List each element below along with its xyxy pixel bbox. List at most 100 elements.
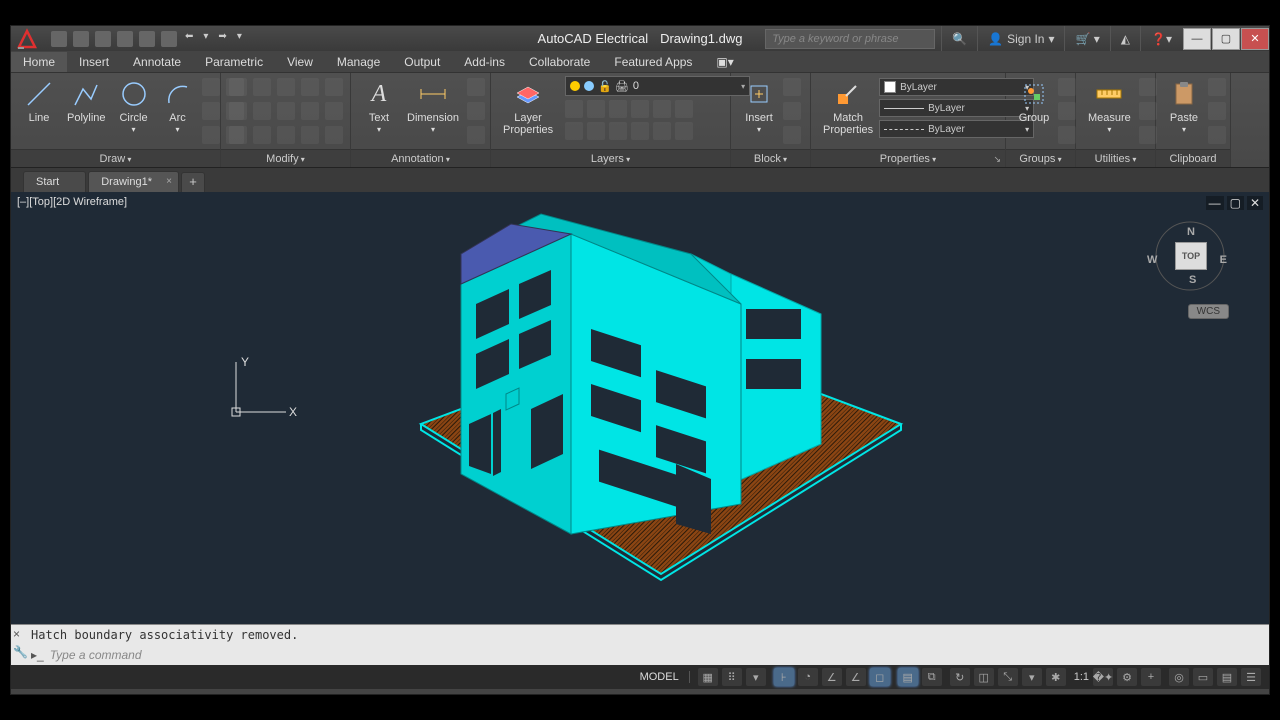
- filter-icon[interactable]: ▾: [1022, 668, 1042, 686]
- layer-icon[interactable]: [565, 122, 583, 140]
- new-tab-button[interactable]: +: [181, 172, 205, 192]
- cycling-icon[interactable]: ↻: [950, 668, 970, 686]
- layer-icon[interactable]: [675, 122, 693, 140]
- lwt-icon[interactable]: ▤: [898, 668, 918, 686]
- filetab-start[interactable]: Start: [23, 171, 86, 192]
- mtext-icon[interactable]: [467, 126, 485, 144]
- panel-label-properties[interactable]: Properties: [880, 153, 936, 165]
- panel-label-draw[interactable]: Draw: [100, 153, 132, 165]
- close-icon[interactable]: ×: [166, 176, 172, 187]
- layer-icon[interactable]: [565, 100, 583, 118]
- app-logo[interactable]: [15, 27, 39, 51]
- array-icon[interactable]: [301, 102, 319, 120]
- minimize-button[interactable]: —: [1183, 28, 1211, 50]
- copy-clip-icon[interactable]: [1208, 102, 1226, 120]
- line-button[interactable]: Line: [17, 76, 61, 126]
- arrayrect-icon[interactable]: [277, 126, 295, 144]
- erase-icon[interactable]: [301, 78, 319, 96]
- tab-insert[interactable]: Insert: [67, 52, 121, 72]
- ungroup-icon[interactable]: [1058, 78, 1076, 96]
- layer-icon[interactable]: [631, 122, 649, 140]
- filetab-drawing[interactable]: Drawing1*×: [88, 171, 179, 192]
- viewcube-s[interactable]: S: [1189, 274, 1196, 286]
- measure-button[interactable]: Measure▾: [1082, 76, 1137, 138]
- circle-button[interactable]: Circle▾: [112, 76, 156, 138]
- signin-button[interactable]: 👤 Sign In ▾: [977, 26, 1064, 51]
- chevron-down-icon[interactable]: ▾: [201, 31, 210, 47]
- spline-icon[interactable]: [202, 126, 220, 144]
- fillet-icon[interactable]: [277, 102, 295, 120]
- layer-properties-button[interactable]: Layer Properties: [497, 76, 559, 138]
- move-icon[interactable]: [229, 78, 247, 96]
- qat-redo-icon[interactable]: ➡: [216, 31, 228, 47]
- cmd-wrench-icon[interactable]: 🔧: [13, 645, 27, 659]
- viewport-max-icon[interactable]: ▢: [1227, 196, 1244, 210]
- align-icon[interactable]: [301, 126, 319, 144]
- insert-button[interactable]: Insert▾: [737, 76, 781, 138]
- gear-icon[interactable]: ⚙: [1117, 668, 1137, 686]
- arc-button[interactable]: Arc▾: [156, 76, 200, 138]
- maximize-button[interactable]: ▢: [1212, 28, 1240, 50]
- ellipse-icon[interactable]: [202, 102, 220, 120]
- layer-icon[interactable]: [587, 100, 605, 118]
- layer-icon[interactable]: [609, 100, 627, 118]
- viewcube[interactable]: TOP N S E W: [1139, 210, 1239, 310]
- viewcube-e[interactable]: E: [1220, 254, 1227, 266]
- table-icon[interactable]: [467, 102, 485, 120]
- tab-collaborate[interactable]: Collaborate: [517, 52, 602, 72]
- viewcube-n[interactable]: N: [1187, 226, 1195, 238]
- layer-icon[interactable]: [653, 100, 671, 118]
- id-icon[interactable]: [1139, 126, 1157, 144]
- copy-icon[interactable]: [229, 102, 247, 120]
- select-icon[interactable]: [1139, 78, 1157, 96]
- status-model[interactable]: MODEL: [630, 671, 690, 683]
- viewcube-w[interactable]: W: [1147, 254, 1157, 266]
- tab-manage[interactable]: Manage: [325, 52, 392, 72]
- qat-print-icon[interactable]: [161, 31, 177, 47]
- tab-annotate[interactable]: Annotate: [121, 52, 193, 72]
- command-input-row[interactable]: ▸_ Type a command: [11, 645, 1269, 665]
- viewcube-top[interactable]: TOP: [1175, 242, 1207, 270]
- group-sel-icon[interactable]: [1058, 126, 1076, 144]
- ortho-icon[interactable]: ⊦: [774, 668, 794, 686]
- qat-save-icon[interactable]: [95, 31, 111, 47]
- tab-view[interactable]: View: [275, 52, 325, 72]
- layer-icon[interactable]: [653, 122, 671, 140]
- iso-icon[interactable]: ∠: [822, 668, 842, 686]
- plus-icon[interactable]: +: [1141, 668, 1161, 686]
- create-block-icon[interactable]: [783, 78, 801, 96]
- chamfer-icon[interactable]: [325, 126, 343, 144]
- infer-icon[interactable]: ▾: [746, 668, 766, 686]
- panel-label-utilities[interactable]: Utilities: [1095, 153, 1137, 165]
- customize-icon[interactable]: ☰: [1241, 668, 1261, 686]
- layer-icon[interactable]: [609, 122, 627, 140]
- qat-new-icon[interactable]: [51, 31, 67, 47]
- layer-icon[interactable]: [631, 100, 649, 118]
- viewport-min-icon[interactable]: —: [1206, 196, 1224, 210]
- snap-icon[interactable]: ⠿: [722, 668, 742, 686]
- grid-icon[interactable]: ▦: [698, 668, 718, 686]
- edit-attr-icon[interactable]: [783, 126, 801, 144]
- gizmo-icon[interactable]: ✱: [1046, 668, 1066, 686]
- panel-label-groups[interactable]: Groups: [1019, 153, 1061, 165]
- transparency-icon[interactable]: ⧉: [922, 668, 942, 686]
- tab-addins[interactable]: Add-ins: [452, 52, 517, 72]
- viewport-close-icon[interactable]: ✕: [1247, 196, 1263, 210]
- cmd-close-icon[interactable]: ×: [13, 627, 27, 641]
- status-scale[interactable]: 1:1: [1074, 671, 1089, 683]
- qat-open-icon[interactable]: [73, 31, 89, 47]
- osnap-icon[interactable]: ◻: [870, 668, 890, 686]
- close-button[interactable]: ✕: [1241, 28, 1269, 50]
- otrack-icon[interactable]: ∠: [846, 668, 866, 686]
- match-properties-button[interactable]: Match Properties: [817, 76, 879, 138]
- tab-output[interactable]: Output: [392, 52, 452, 72]
- explode-icon[interactable]: [325, 78, 343, 96]
- 3dosnap-icon[interactable]: ◫: [974, 668, 994, 686]
- scale-icon[interactable]: [253, 126, 271, 144]
- drawing-canvas[interactable]: [–][Top][2D Wireframe] — ▢ ✕ TOP N S E W…: [11, 192, 1269, 624]
- polar-icon[interactable]: ◔: [798, 668, 818, 686]
- command-input[interactable]: Type a command: [50, 648, 142, 662]
- panel-label-layers[interactable]: Layers: [591, 153, 630, 165]
- text-button[interactable]: AText▾: [357, 76, 401, 138]
- dimension-button[interactable]: Dimension▾: [401, 76, 465, 138]
